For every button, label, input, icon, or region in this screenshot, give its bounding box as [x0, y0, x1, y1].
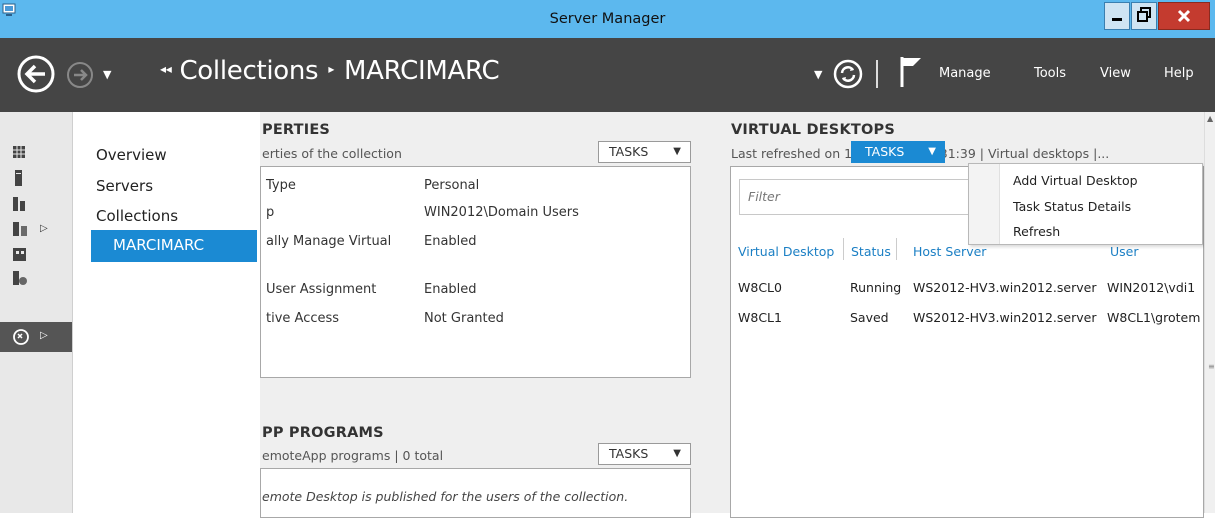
hyper-v-icon [13, 248, 26, 261]
rail-hyper-v[interactable] [12, 245, 62, 267]
expand-arrow-icon[interactable]: ▷ [40, 223, 48, 234]
dashboard-icon [13, 146, 25, 158]
tasks-dropdown-icon: ▼ [673, 448, 681, 459]
scroll-grip-icon[interactable]: ≡ [1208, 362, 1215, 371]
property-label: p [266, 205, 275, 220]
nav-overview[interactable]: Overview [96, 146, 167, 164]
scrollbar[interactable]: ▲ ≡ [1204, 112, 1215, 513]
column-divider[interactable] [896, 238, 897, 260]
virtual-desktops-tasks-button[interactable]: TASKS ▼ [851, 141, 945, 163]
column-divider[interactable] [843, 238, 844, 260]
column-header-virtual-desktop[interactable]: Virtual Desktop [738, 244, 834, 259]
nav-selected-collection[interactable]: MARCIMARC [91, 230, 257, 262]
remoteapp-subtitle: emoteApp programs | 0 total [262, 448, 444, 463]
remote-desktop-services-icon [13, 329, 29, 345]
tasks-dropdown-menu: Add Virtual Desktop Task Status Details … [968, 163, 1203, 245]
title-bar: Server Manager [0, 0, 1215, 38]
cell-user: WIN2012\vdi1 [1107, 280, 1196, 295]
property-value: Enabled [424, 282, 477, 297]
rail-all-servers[interactable] [12, 195, 62, 217]
local-server-icon [15, 170, 22, 186]
menu-item-refresh[interactable]: Refresh [1013, 224, 1060, 239]
property-value: WIN2012\Domain Users [424, 205, 579, 220]
cell-virtual-desktop: W8CL0 [738, 280, 782, 295]
rail-file-storage[interactable]: ▷ [12, 220, 62, 242]
menu-view[interactable]: View [1100, 66, 1131, 81]
refresh-dropdown-icon[interactable]: ▼ [814, 68, 822, 81]
cell-virtual-desktop: W8CL1 [738, 310, 782, 325]
property-value: Enabled [424, 234, 477, 249]
remoteapp-tasks-button[interactable]: TASKS ▼ [598, 443, 691, 465]
cell-status: Saved [850, 310, 889, 325]
rail-local-server[interactable] [12, 170, 62, 192]
filter-placeholder: Filter [748, 189, 780, 204]
navigation-bar: ▼ ◂◂ Collections ▸ MARCIMARC ▼ Manage Tools… [0, 38, 1215, 112]
virtual-desktops-title: VIRTUAL DESKTOPS [731, 122, 895, 138]
tasks-label: TASKS [609, 144, 649, 159]
forward-arrow-icon[interactable] [66, 61, 94, 89]
cell-host-server: WS2012-HV3.win2012.server [913, 280, 1097, 295]
expand-arrow-icon[interactable]: ▷ [40, 330, 48, 341]
scroll-up-arrow-icon[interactable]: ▲ [1207, 114, 1213, 123]
properties-title: PERTIES [262, 122, 331, 138]
column-header-status[interactable]: Status [851, 244, 891, 259]
close-icon [1177, 9, 1191, 23]
tasks-dropdown-icon: ▼ [928, 146, 936, 157]
property-value: Not Granted [424, 311, 504, 326]
close-button[interactable] [1158, 2, 1210, 30]
tasks-label: TASKS [609, 446, 649, 461]
menu-item-add-virtual-desktop[interactable]: Add Virtual Desktop [1013, 173, 1138, 188]
refresh-icon[interactable] [832, 58, 864, 90]
property-label: User Assignment [266, 282, 377, 297]
breadcrumb-back-marker[interactable]: ◂◂ [160, 62, 179, 76]
nav-servers[interactable]: Servers [96, 177, 153, 195]
property-label: Type [266, 178, 296, 193]
cell-host-server: WS2012-HV3.win2012.server [913, 310, 1097, 325]
iis-icon [13, 271, 27, 285]
breadcrumb-separator-icon: ▸ [328, 62, 335, 76]
nav-collections[interactable]: Collections [96, 207, 178, 225]
notifications-flag-icon[interactable] [899, 55, 925, 89]
column-header-host-server[interactable]: Host Server [913, 244, 986, 259]
rail-remote-desktop-services[interactable]: ▷ [0, 322, 72, 352]
properties-panel [260, 166, 691, 378]
column-header-user[interactable]: User [1110, 244, 1139, 259]
history-dropdown-icon[interactable]: ▼ [103, 68, 111, 81]
tasks-label: TASKS [865, 144, 905, 159]
nav-panel: Overview Servers Collections MARCIMARC [73, 112, 260, 513]
menu-gutter [969, 164, 1000, 244]
restore-icon [1137, 7, 1151, 22]
property-value: Personal [424, 178, 480, 193]
breadcrumb: ◂◂ Collections ▸ MARCIMARC [160, 56, 500, 86]
property-label: tive Access [266, 311, 340, 326]
file-storage-icon [13, 222, 27, 236]
cell-status: Running [850, 280, 902, 295]
menu-item-task-status-details[interactable]: Task Status Details [1013, 199, 1131, 214]
breadcrumb-current: MARCIMARC [344, 56, 500, 86]
property-label: ally Manage Virtual [266, 234, 392, 249]
rail-dashboard[interactable] [12, 145, 62, 167]
menu-tools[interactable]: Tools [1034, 66, 1066, 81]
minimize-icon [1112, 18, 1122, 21]
minimize-button[interactable] [1104, 2, 1130, 30]
menu-manage[interactable]: Manage [939, 66, 991, 81]
remoteapp-message: emote Desktop is published for the users… [262, 489, 629, 504]
menu-help[interactable]: Help [1164, 66, 1194, 81]
all-servers-icon [13, 197, 25, 211]
tasks-dropdown-icon: ▼ [673, 146, 681, 157]
left-rail: ▷ ▷ [0, 112, 73, 513]
rail-iis[interactable] [12, 270, 62, 292]
nav-selected-label: MARCIMARC [113, 236, 205, 254]
toolbar-divider [876, 60, 878, 88]
properties-subtitle: erties of the collection [262, 146, 402, 161]
back-arrow-icon[interactable] [16, 54, 56, 94]
restore-button[interactable] [1131, 2, 1157, 30]
remoteapp-title: PP PROGRAMS [262, 425, 384, 441]
breadcrumb-collections[interactable]: Collections [179, 56, 318, 86]
properties-tasks-button[interactable]: TASKS ▼ [598, 141, 691, 163]
cell-user: W8CL1\grotem [1107, 310, 1201, 325]
window-title: Server Manager [549, 11, 666, 27]
